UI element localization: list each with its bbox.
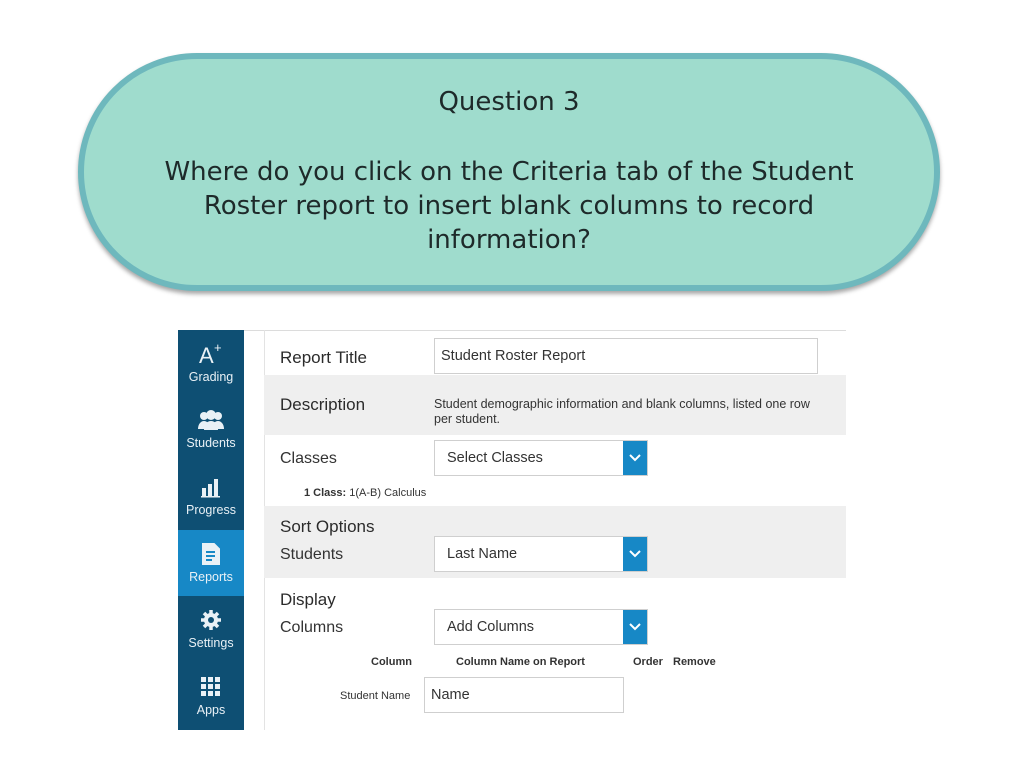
classes-select-value: Select Classes [447, 450, 543, 466]
class-summary: 1 Class: 1(A-B) Calculus [304, 487, 426, 499]
students-sort-value: Last Name [447, 546, 518, 562]
report-criteria-screen: A + Grading Students Progress Reports Se… [178, 330, 846, 730]
chevron-down-icon [623, 441, 647, 475]
sidebar-item-settings[interactable]: Settings [178, 596, 244, 662]
sidebar-item-progress[interactable]: Progress [178, 463, 244, 529]
remove-header: Remove [673, 656, 716, 668]
svg-text:A: A [199, 343, 214, 367]
question-title: Question 3 [438, 87, 580, 117]
sidebar-item-label: Students [186, 436, 236, 450]
question-bubble: Question 3 Where do you click on the Cri… [78, 53, 940, 291]
classes-label: Classes [280, 450, 337, 467]
sidebar-item-label: Reports [189, 570, 233, 584]
grade-a-plus-icon: A + [178, 341, 244, 367]
report-title-label: Report Title [280, 348, 367, 367]
students-sort-select[interactable]: Last Name [434, 536, 648, 572]
sidebar-item-apps[interactable]: Apps [178, 663, 244, 729]
report-title-input[interactable]: Student Roster Report [434, 338, 818, 374]
student-name-column-input[interactable]: Name [424, 677, 624, 713]
display-label: Display [280, 590, 336, 609]
class-name: 1(A-B) Calculus [349, 487, 427, 499]
sort-options-label: Sort Options [280, 517, 375, 536]
bar-chart-icon [178, 475, 244, 499]
grid-icon [178, 675, 244, 699]
sidebar-item-grading[interactable]: A + Grading [178, 330, 244, 396]
svg-text:+: + [214, 341, 222, 355]
description-text: Student demographic information and blan… [434, 397, 810, 426]
columns-label: Columns [280, 619, 344, 636]
criteria-form: Report Title Student Roster Report Descr… [264, 330, 846, 730]
order-header: Order [633, 656, 663, 668]
gear-icon [178, 608, 244, 632]
question-text: Where do you click on the Criteria tab o… [164, 157, 854, 255]
report-document-icon [178, 542, 244, 566]
sidebar-item-label: Apps [196, 703, 226, 717]
column-header: Column [371, 656, 412, 668]
class-count: 1 Class: [304, 487, 347, 499]
students-label: Students [280, 546, 344, 563]
sidebar-item-label: Settings [188, 636, 234, 650]
sidebar-item-label: Progress [185, 503, 237, 517]
add-columns-value: Add Columns [447, 619, 535, 635]
sidebar-item-students[interactable]: Students [178, 396, 244, 462]
column-name-header: Column Name on Report [456, 656, 585, 668]
chevron-down-icon [623, 537, 647, 571]
sidebar: A + Grading Students Progress Reports Se… [178, 330, 244, 730]
sidebar-item-reports[interactable]: Reports [178, 530, 244, 596]
student-name-label: Student Name [340, 690, 411, 702]
add-columns-select[interactable]: Add Columns [434, 609, 648, 645]
people-icon [178, 408, 244, 432]
description-label: Description [280, 395, 366, 414]
chevron-down-icon [623, 610, 647, 644]
sidebar-item-label: Grading [188, 370, 234, 384]
classes-select[interactable]: Select Classes [434, 440, 648, 476]
